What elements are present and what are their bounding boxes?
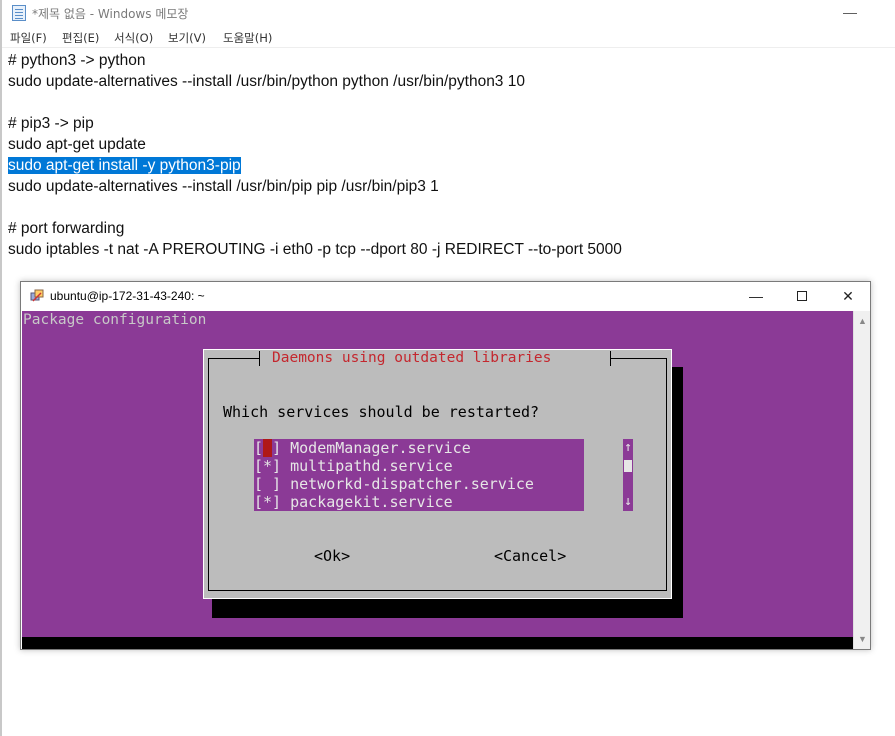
terminal-titlebar[interactable]: ubuntu@ip-172-31-43-240: ~ — ✕ [21, 282, 870, 311]
service-checklist: [_] ModemManager.service [*] multipathd.… [254, 439, 584, 511]
terminal-window: ubuntu@ip-172-31-43-240: ~ — ✕ Package c… [20, 281, 871, 650]
text-line [8, 92, 893, 113]
menu-view[interactable]: 보기(V) [168, 30, 206, 46]
terminal-bottom-bar [22, 637, 853, 649]
text-line: # pip3 -> pip [8, 115, 94, 132]
text-selection: sudo apt-get install -y python3-pip [8, 157, 241, 174]
menu-edit[interactable]: 편집(E) [62, 30, 99, 46]
notepad-minimize-button[interactable]: — [840, 3, 860, 21]
text-line-selected: sudo apt-get install -y python3-pip [8, 155, 893, 176]
text-line: sudo apt-get update [8, 136, 146, 153]
menu-help[interactable]: 도움말(H) [223, 30, 272, 46]
putty-icon [30, 289, 44, 302]
notepad-menubar: 파일(F) 편집(E) 서식(O) 보기(V) 도움말(H) [2, 26, 895, 48]
scroll-up-icon[interactable]: ▲ [854, 313, 871, 329]
text-line: sudo update-alternatives --install /usr/… [8, 73, 525, 90]
cancel-button[interactable]: <Cancel> [494, 547, 566, 565]
service-name: packagekit.service [290, 493, 453, 511]
text-line [8, 197, 893, 218]
dialog-title-bracket-left [259, 351, 260, 366]
dialog-title: Daemons using outdated libraries [272, 350, 552, 366]
service-name: ModemManager.service [290, 439, 471, 457]
notepad-text-area[interactable]: # python3 -> python sudo update-alternat… [8, 50, 893, 260]
scroll-up-arrow-icon: ↑ [624, 440, 632, 455]
service-item-networkd-dispatcher[interactable]: [ ] networkd-dispatcher.service [254, 475, 584, 493]
checkbox-close: ] [272, 439, 291, 457]
scroll-thumb[interactable] [624, 460, 632, 472]
dialog-prompt: Which services should be restarted? [223, 403, 540, 421]
text-line: sudo update-alternatives --install /usr/… [8, 178, 439, 195]
notepad-icon [12, 5, 26, 21]
notepad-left-border [0, 0, 2, 736]
dialog-frame-top-left [208, 358, 260, 359]
text-line: # port forwarding [8, 220, 125, 237]
restart-services-dialog: Daemons using outdated libraries Which s… [203, 349, 672, 599]
terminal-screen[interactable]: Package configuration Daemons using outd… [22, 311, 853, 649]
package-configuration-header: Package configuration [23, 312, 207, 328]
terminal-minimize-button[interactable]: — [739, 284, 773, 308]
text-line: sudo iptables -t nat -A PREROUTING -i et… [8, 241, 622, 258]
terminal-close-button[interactable]: ✕ [831, 284, 865, 308]
service-item-packagekit[interactable]: [*] packagekit.service [254, 493, 584, 511]
service-name: networkd-dispatcher.service [290, 475, 534, 493]
menu-file[interactable]: 파일(F) [10, 30, 47, 46]
checkbox[interactable]: [ ] [254, 475, 281, 493]
menu-format[interactable]: 서식(O) [114, 30, 153, 46]
selection-cursor: _ [263, 439, 273, 457]
terminal-title: ubuntu@ip-172-31-43-240: ~ [50, 289, 205, 303]
terminal-scrollbar[interactable]: ▲ ▼ [853, 311, 870, 649]
checkbox[interactable]: [*] [254, 457, 281, 475]
notepad-title: *제목 없음 - Windows 메모장 [32, 7, 189, 21]
checklist-scrollbar[interactable]: ↑ ↓ [623, 439, 633, 511]
dialog-frame-top-right [610, 358, 667, 359]
notepad-titlebar[interactable]: *제목 없음 - Windows 메모장 — [2, 0, 895, 26]
scroll-down-arrow-icon: ↓ [624, 494, 632, 509]
service-item-modemmanager[interactable]: [_] ModemManager.service [254, 439, 584, 457]
terminal-maximize-button[interactable] [785, 284, 819, 308]
maximize-icon [797, 291, 807, 301]
scroll-down-icon[interactable]: ▼ [854, 631, 871, 647]
checkbox-open: [ [254, 439, 264, 457]
checkbox[interactable]: [*] [254, 493, 281, 511]
text-line: # python3 -> python [8, 52, 146, 69]
service-name: multipathd.service [290, 457, 453, 475]
ok-button[interactable]: <Ok> [314, 547, 350, 565]
dialog-title-bracket-right [610, 351, 611, 366]
service-item-multipathd[interactable]: [*] multipathd.service [254, 457, 584, 475]
